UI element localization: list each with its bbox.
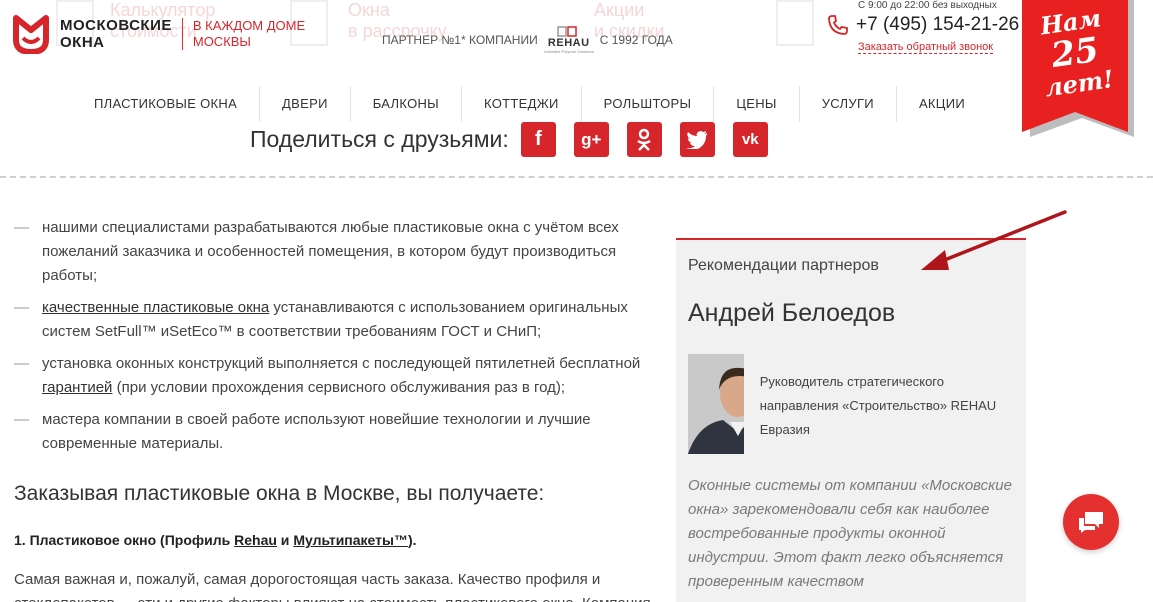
nav-item-services[interactable]: УСЛУГИ	[798, 86, 896, 122]
plastic-windows-link[interactable]: качественные пластиковые окна	[42, 299, 269, 316]
logo-separator	[181, 18, 183, 50]
site-logo[interactable]: МОСКОВСКИЕ ОКНА В КАЖДОМ ДОМЕ МОСКВЫ	[12, 14, 305, 54]
working-hours: С 9:00 до 22:00 без выходных	[858, 0, 997, 11]
vk-icon[interactable]: vk	[732, 122, 768, 157]
nav-item-cottages[interactable]: КОТТЕДЖИ	[461, 86, 581, 122]
ribbon-text: Нам 25 лет!	[1038, 3, 1116, 103]
multipackets-link[interactable]: Мультипакеты™	[293, 532, 408, 548]
chat-button[interactable]	[1063, 494, 1119, 550]
nav-item-prices[interactable]: ЦЕНЫ	[713, 86, 798, 122]
rehau-logo: REHAU Unlimited Polymer Solutions	[544, 25, 594, 54]
partner-info: ПАРТНЕР №1* КОМПАНИИ REHAU Unlimited Pol…	[382, 25, 673, 54]
share-bar: Поделиться с друзьями: f g+ vk	[250, 122, 786, 157]
warranty-link[interactable]: гарантией	[42, 379, 112, 396]
background-icon	[776, 0, 814, 46]
main-nav: ПЛАСТИКОВЫЕ ОКНА ДВЕРИ БАЛКОНЫ КОТТЕДЖИ …	[72, 86, 987, 122]
logo-name: МОСКОВСКИЕ ОКНА	[60, 17, 172, 51]
list-item-text: нашими специалистами разрабатываются люб…	[42, 219, 619, 284]
partner-suffix: С 1992 ГОДА	[599, 32, 673, 47]
recommendation-quote: Оконные системы от компании «Московские …	[688, 477, 1012, 590]
nav-item-doors[interactable]: ДВЕРИ	[259, 86, 350, 122]
subsection-heading: 1. Пластиковое окно (Профиль Rehau и Мул…	[14, 532, 417, 548]
list-item-text: установка оконных конструкций выполняетс…	[42, 355, 641, 396]
arrow-annotation	[921, 210, 1067, 270]
odnoklassniki-icon[interactable]	[626, 122, 662, 157]
partner-prefix: ПАРТНЕР №1* КОМПАНИИ	[382, 32, 538, 47]
anniversary-ribbon: Нам 25 лет!	[1022, 0, 1136, 137]
share-label: Поделиться с друзьями:	[250, 126, 509, 152]
rehau-link[interactable]: Rehau	[234, 532, 277, 548]
facebook-icon[interactable]: f	[520, 122, 556, 157]
body-paragraph: Самая важная и, пожалуй, самая дорогосто…	[14, 571, 651, 602]
section-divider	[0, 176, 1153, 178]
rehau-logo-subtitle: Unlimited Polymer Solutions	[543, 49, 594, 54]
list-item: — нашими специалистами разрабатываются л…	[14, 216, 664, 288]
nav-item-balconies[interactable]: БАЛКОНЫ	[349, 86, 461, 122]
logo-tagline: В КАЖДОМ ДОМЕ МОСКВЫ	[192, 18, 306, 49]
section-heading: Заказывая пластиковые окна в Москве, вы …	[14, 482, 545, 505]
person-role: Руководитель стратегического направления…	[759, 374, 997, 437]
list-item: — качественные пластиковые окна устанавл…	[14, 296, 664, 344]
person-photo	[688, 354, 744, 454]
list-item-text: мастера компании в своей работе использу…	[42, 411, 591, 452]
callback-link[interactable]: Заказать обратный звонок	[858, 41, 994, 54]
person-name: Андрей Белоедов	[688, 299, 896, 327]
partner-recommendation: Рекомендации партнеров Андрей Белоедов Р…	[676, 238, 1026, 602]
logo-icon	[13, 15, 49, 54]
twitter-icon[interactable]	[679, 122, 715, 157]
phone-icon	[828, 15, 848, 35]
rehau-logo-text: REHAU	[547, 37, 590, 49]
list-item: — установка оконных конструкций выполняе…	[14, 352, 664, 400]
main-content: — нашими специалистами разрабатываются л…	[14, 216, 664, 602]
google-plus-icon[interactable]: g+	[573, 122, 609, 157]
phone-number[interactable]: +7 (495) 154-21-26	[856, 14, 1019, 36]
contact-block: С 9:00 до 22:00 без выходных +7 (495) 15…	[826, 0, 1019, 55]
list-item-text: качественные пластиковые окна устанавлив…	[42, 299, 628, 340]
chat-icon	[1079, 512, 1103, 533]
rehau-emblem-icon	[556, 26, 577, 37]
nav-item-promotions[interactable]: АКЦИИ	[895, 86, 987, 122]
nav-item-roller-shutters[interactable]: РОЛЬШТОРЫ	[580, 86, 714, 122]
list-item: — мастера компании в своей работе исполь…	[14, 408, 664, 456]
nav-item-plastic-windows[interactable]: ПЛАСТИКОВЫЕ ОКНА	[72, 86, 259, 122]
